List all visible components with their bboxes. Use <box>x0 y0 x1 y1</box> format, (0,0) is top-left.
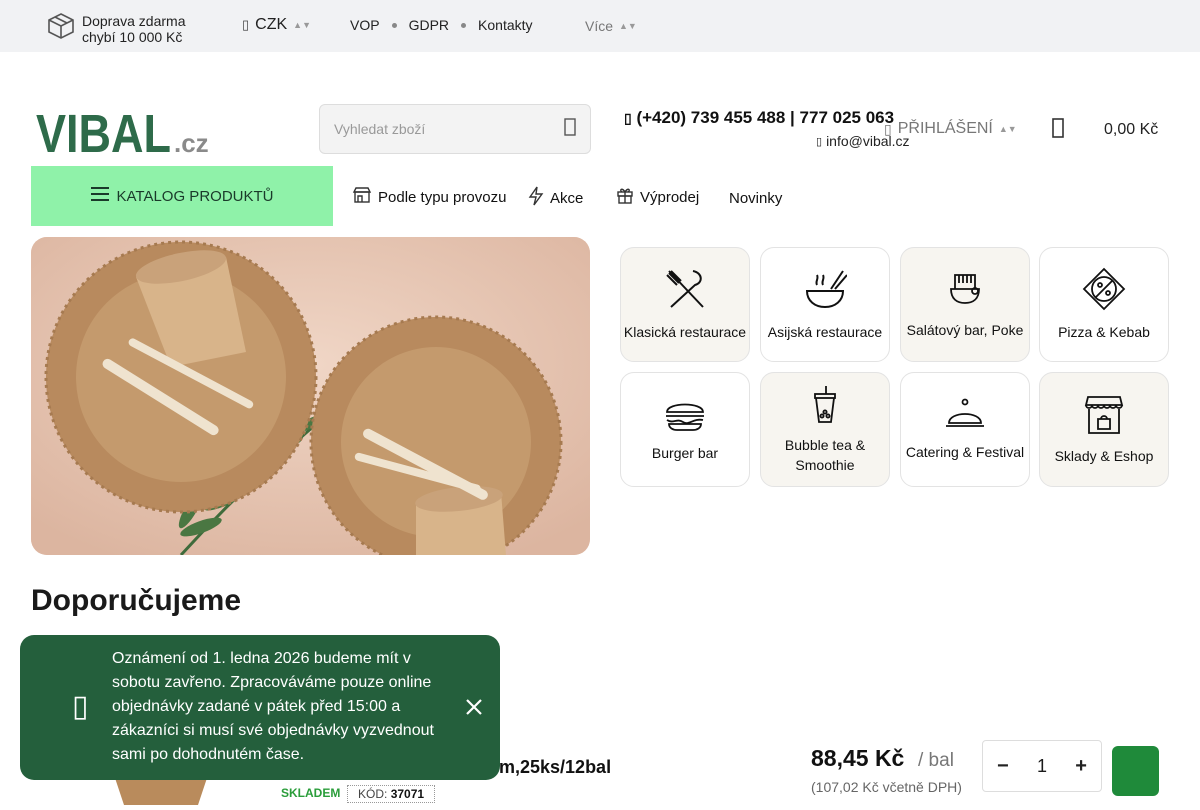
product-name[interactable]: nm,25ks/12bal <box>488 757 611 778</box>
notice-text: Oznámení od 1. ledna 2026 budeme mít v s… <box>112 650 434 763</box>
nav-vyprodej[interactable]: Výprodej <box>616 186 699 208</box>
shipping-line-1: Doprava zdarma <box>82 12 186 29</box>
category-sklady-eshop[interactable]: Sklady & Eshop <box>1039 372 1169 487</box>
bowl-icon <box>803 267 848 322</box>
category-label: Bubble tea & Smoothie <box>784 437 866 473</box>
category-label: Burger bar <box>651 445 719 461</box>
phone-text: (+420) 739 455 488 | 777 025 063 <box>636 108 895 127</box>
phone-icon: ▯ <box>624 110 632 126</box>
category-pizza-kebab[interactable]: Pizza & Kebab <box>1039 247 1169 362</box>
chevron-down-icon: ▲▼ <box>293 20 311 30</box>
logo-suffix: .cz <box>174 128 209 158</box>
free-shipping-info: Doprava zdarma chybí 10 000 Kč <box>46 11 186 46</box>
increase-button[interactable]: + <box>1075 755 1087 778</box>
link-kontakty[interactable]: Kontakty <box>478 17 532 33</box>
cart-total[interactable]: 0,00 Kč <box>1104 121 1158 139</box>
category-salatovy-bar[interactable]: Salátový bar, Poke <box>900 247 1030 362</box>
category-asijska-restaurace[interactable]: Asijská restaurace <box>760 247 890 362</box>
category-klasicka-restaurace[interactable]: Klasická restaurace <box>620 247 750 362</box>
separator-dot <box>461 22 467 28</box>
more-menu[interactable]: Více ▲▼ <box>585 18 637 34</box>
link-gdpr[interactable]: GDPR <box>409 17 449 33</box>
logo-main: VIBAL <box>36 104 171 158</box>
lightning-icon <box>528 186 544 210</box>
nav-akce[interactable]: Akce <box>528 186 583 210</box>
price-with-vat: (107,02 Kč včetně DPH) <box>811 779 962 795</box>
decrease-button[interactable]: − <box>997 755 1009 778</box>
shop-icon <box>1084 393 1124 446</box>
code-value: 37071 <box>390 787 425 801</box>
login-label: PŘIHLÁŠENÍ <box>897 120 993 137</box>
salad-icon <box>947 269 983 320</box>
search-input[interactable] <box>334 121 544 137</box>
shipping-line-2: chybí 10 000 Kč <box>82 28 183 45</box>
hamburger-icon <box>90 187 109 205</box>
category-label: Salátový bar, Poke <box>906 322 1024 338</box>
user-icon: ▯ <box>884 120 892 137</box>
category-label: Catering & Festival <box>905 444 1025 460</box>
more-label: Více <box>585 18 614 34</box>
gift-icon <box>616 186 634 208</box>
notice-popup: ▯ Oznámení od 1. ledna 2026 budeme mít v… <box>20 635 500 780</box>
close-icon[interactable] <box>464 697 484 722</box>
category-label: Sklady & Eshop <box>1054 448 1154 464</box>
price-unit: / bal <box>918 750 954 771</box>
quantity-stepper: − 1 + <box>982 740 1102 792</box>
add-to-cart-button[interactable] <box>1112 746 1159 796</box>
category-label: Klasická restaurace <box>623 324 747 340</box>
code-label: KÓD: <box>358 787 388 801</box>
banner-image <box>31 237 590 555</box>
pizza-icon <box>1082 267 1126 322</box>
cart-icon[interactable] <box>1052 118 1064 143</box>
box-icon <box>46 11 76 46</box>
info-icon: ▯ <box>72 690 89 723</box>
chevron-down-icon: ▲▼ <box>998 124 1017 134</box>
top-links: VOP GDPR Kontakty <box>350 17 533 33</box>
category-burger-bar[interactable]: Burger bar <box>620 372 750 487</box>
nav-label: Podle typu provozu <box>378 188 507 206</box>
currency-icon: ▯ <box>242 17 250 32</box>
category-catering-festival[interactable]: Catering & Festival <box>900 372 1030 487</box>
mail-icon: ▯ <box>816 135 823 148</box>
phone-numbers[interactable]: ▯ (+420) 739 455 488 | 777 025 063 <box>624 108 894 128</box>
category-bubble-tea[interactable]: Bubble tea & Smoothie <box>760 372 890 487</box>
nav-label: Výprodej <box>640 188 700 206</box>
bubble-tea-icon <box>810 384 840 435</box>
catalog-label: KATALOG PRODUKTŮ <box>116 187 274 205</box>
nav-label: Akce <box>550 189 584 207</box>
quantity-value[interactable]: 1 <box>1037 756 1047 777</box>
cutlery-icon <box>663 267 707 322</box>
stock-status: SKLADEM <box>281 786 341 800</box>
currency-label: CZK <box>255 16 288 33</box>
section-title-recommended: Doporučujeme <box>31 584 242 617</box>
chevron-down-icon: ▲▼ <box>619 21 637 31</box>
separator-dot <box>391 22 397 28</box>
category-label: Pizza & Kebab <box>1058 324 1150 340</box>
login-button[interactable]: ▯ PŘIHLÁŠENÍ ▲▼ <box>884 120 1017 138</box>
hero-banner[interactable] <box>31 237 590 555</box>
site-logo[interactable]: VIBAL .cz <box>36 100 211 164</box>
link-vop[interactable]: VOP <box>350 17 380 33</box>
nav-podle-typu-provozu[interactable]: Podle typu provozu <box>352 186 506 208</box>
catalog-button[interactable]: KATALOG PRODUKTŮ <box>31 166 333 226</box>
search-box <box>319 104 591 154</box>
currency-selector[interactable]: ▯ CZK ▲▼ <box>242 16 311 34</box>
search-icon[interactable] <box>564 117 576 141</box>
category-label: Asijská restaurace <box>767 324 883 340</box>
store-icon <box>352 186 372 208</box>
top-bar: Doprava zdarma chybí 10 000 Kč ▯ CZK ▲▼ … <box>0 0 1200 52</box>
burger-icon <box>663 396 707 443</box>
product-price: 88,45 Kč <box>811 745 905 771</box>
nav-novinky[interactable]: Novinky <box>729 190 782 207</box>
product-code: KÓD: 37071 <box>347 785 436 803</box>
nav-label: Novinky <box>729 190 783 207</box>
cloche-icon <box>944 397 986 442</box>
